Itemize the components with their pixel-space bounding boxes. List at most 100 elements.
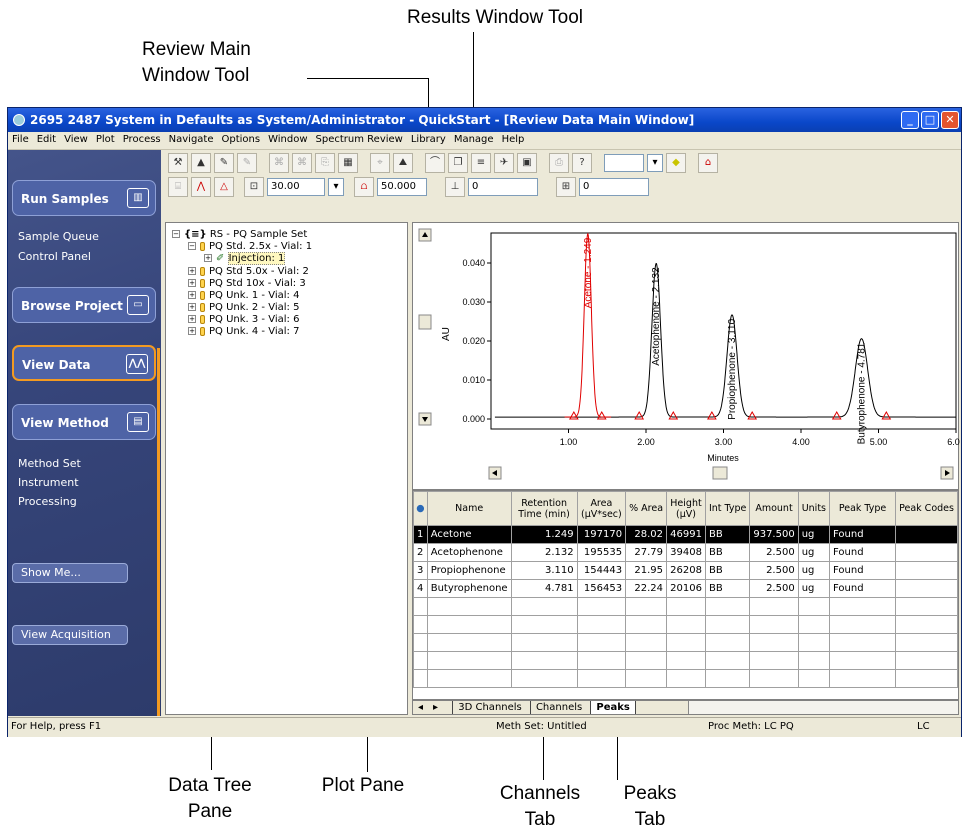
table-cell-peak-codes[interactable] [895, 597, 958, 616]
table-cell-peak-codes[interactable] [895, 669, 958, 688]
minimize-button[interactable]: _ [901, 111, 919, 129]
table-cell-type[interactable]: Found [828, 525, 897, 544]
table-cell-int[interactable] [704, 669, 751, 688]
menu-process[interactable]: Process [119, 132, 165, 147]
tree-item[interactable]: + PQ Unk. 1 - Vial: 4 [188, 290, 299, 302]
table-cell-int[interactable]: BB [704, 579, 751, 598]
vertical-scroll-thumb[interactable] [418, 314, 432, 330]
close-button[interactable]: ✕ [941, 111, 959, 129]
table-cell-area[interactable]: 154443 [576, 561, 627, 580]
report-icon[interactable]: ▣ [517, 153, 537, 173]
table-cell-units[interactable] [797, 597, 831, 616]
table-cell-pct[interactable]: 27.79 [625, 543, 668, 562]
table-cell-amount[interactable] [749, 597, 799, 616]
menu-manage[interactable]: Manage [450, 132, 498, 147]
table-row[interactable] [413, 633, 958, 652]
table-cell-rt[interactable] [510, 615, 578, 634]
tab-scroll-left[interactable]: ◂ [413, 701, 428, 714]
table-cell-height[interactable] [666, 651, 706, 670]
tree-root[interactable]: − {≡} RS - PQ Sample Set [172, 229, 307, 241]
table-cell-pct[interactable]: 22.24 [625, 579, 668, 598]
threshold-icon[interactable]: △ [214, 177, 234, 197]
table-cell-name[interactable] [426, 633, 512, 652]
table-cell-n[interactable]: 4 [413, 579, 428, 598]
horizontal-scroll-thumb[interactable] [712, 466, 728, 480]
column-header-int-type[interactable]: Int Type [704, 491, 751, 526]
tab-3d-channels[interactable]: 3D Channels [452, 701, 527, 714]
column-header-units[interactable]: Units [797, 491, 831, 526]
print-icon[interactable]: ⎙ [549, 153, 569, 173]
table-cell-area[interactable]: 156453 [576, 579, 627, 598]
table-cell-rt[interactable] [510, 633, 578, 652]
table-cell-peak-codes[interactable] [895, 579, 958, 598]
review-main-window-icon[interactable]: ⌒ [425, 153, 445, 173]
menu-spectrum-review[interactable]: Spectrum Review [312, 132, 407, 147]
menu-view[interactable]: View [60, 132, 92, 147]
table-cell-height[interactable] [666, 597, 706, 616]
table-cell-peak-codes[interactable] [895, 561, 958, 580]
table-row[interactable] [413, 615, 958, 634]
column-header-amount[interactable]: Amount [749, 491, 799, 526]
browse-project-button[interactable]: Browse Project ▭ [12, 287, 156, 323]
maximize-button[interactable]: □ [921, 111, 939, 129]
tab-scroll-right[interactable]: ▸ [428, 701, 443, 714]
table-cell-pct[interactable]: 21.95 [625, 561, 668, 580]
column-header-retention-time[interactable]: Retention Time (min) [510, 491, 578, 526]
table-cell-amount[interactable]: 2.500 [749, 579, 799, 598]
process-icon[interactable]: ⚒ [168, 153, 188, 173]
table-cell-height[interactable]: 39408 [666, 543, 706, 562]
table-cell-pct[interactable] [625, 669, 668, 688]
table-cell-pct[interactable] [625, 615, 668, 634]
table-cell-amount[interactable]: 937.500 [749, 525, 799, 544]
table-cell-height[interactable]: 20106 [666, 579, 706, 598]
table-cell-peak-codes[interactable] [895, 651, 958, 670]
eraser-icon[interactable]: ◆ [666, 153, 686, 173]
table-cell-amount[interactable] [749, 669, 799, 688]
table-cell-units[interactable]: ug [797, 561, 831, 580]
tab-peaks[interactable]: Peaks [590, 701, 636, 714]
table-cell-type[interactable] [828, 615, 897, 634]
table-cell-name[interactable]: Butyrophenone [426, 579, 512, 598]
menu-plot[interactable]: Plot [92, 132, 119, 147]
min-area-input[interactable]: 0 [468, 178, 538, 196]
instrument-link[interactable]: Instrument [18, 476, 79, 489]
table-cell-units[interactable]: ug [797, 525, 831, 544]
table-cell-amount[interactable] [749, 633, 799, 652]
library-icon[interactable]: ⌖ [370, 153, 390, 173]
table-cell-peak-codes[interactable] [895, 633, 958, 652]
table-cell-name[interactable] [426, 597, 512, 616]
table-cell-type[interactable] [828, 651, 897, 670]
table-cell-area[interactable] [576, 633, 627, 652]
table-cell-area[interactable] [576, 651, 627, 670]
chevron-down-icon[interactable]: ▾ [328, 178, 344, 196]
table-cell-name[interactable] [426, 615, 512, 634]
table-cell-n[interactable]: 2 [413, 543, 428, 562]
column-header-pct-area[interactable]: % Area [625, 491, 668, 526]
table-cell-area[interactable] [576, 597, 627, 616]
table-cell-rt[interactable] [510, 597, 578, 616]
menu-window[interactable]: Window [264, 132, 311, 147]
table-cell-peak-codes[interactable] [895, 543, 958, 562]
table-cell-int[interactable]: BB [704, 543, 751, 562]
table-cell-int[interactable] [704, 597, 751, 616]
table-cell-pct[interactable] [625, 651, 668, 670]
column-header-name[interactable]: Name [426, 491, 512, 526]
column-header-height[interactable]: Height (µV) [666, 491, 706, 526]
table-row[interactable]: 2 Acetophenone 2.132 195535 27.79 39408 BB 2.50… [413, 543, 958, 562]
tree-item[interactable]: + PQ Std 5.0x - Vial: 2 [188, 266, 309, 278]
tree-item[interactable]: + PQ Std 10x - Vial: 3 [188, 278, 306, 290]
row-header-corner[interactable]: ● [413, 491, 428, 526]
table-cell-n[interactable] [413, 651, 428, 670]
help-icon[interactable]: ? [572, 153, 592, 173]
table-row[interactable] [413, 597, 958, 616]
table-cell-type[interactable]: Found [828, 543, 897, 562]
peak-width-input[interactable]: 30.00 [267, 178, 325, 196]
table-cell-int[interactable] [704, 651, 751, 670]
table-cell-rt[interactable]: 2.132 [510, 543, 578, 562]
table-cell-name[interactable]: Acetophenone [426, 543, 512, 562]
table-cell-pct[interactable] [625, 597, 668, 616]
table-cell-n[interactable] [413, 633, 428, 652]
menu-options[interactable]: Options [218, 132, 265, 147]
table-cell-units[interactable]: ug [797, 579, 831, 598]
table-cell-amount[interactable]: 2.500 [749, 543, 799, 562]
